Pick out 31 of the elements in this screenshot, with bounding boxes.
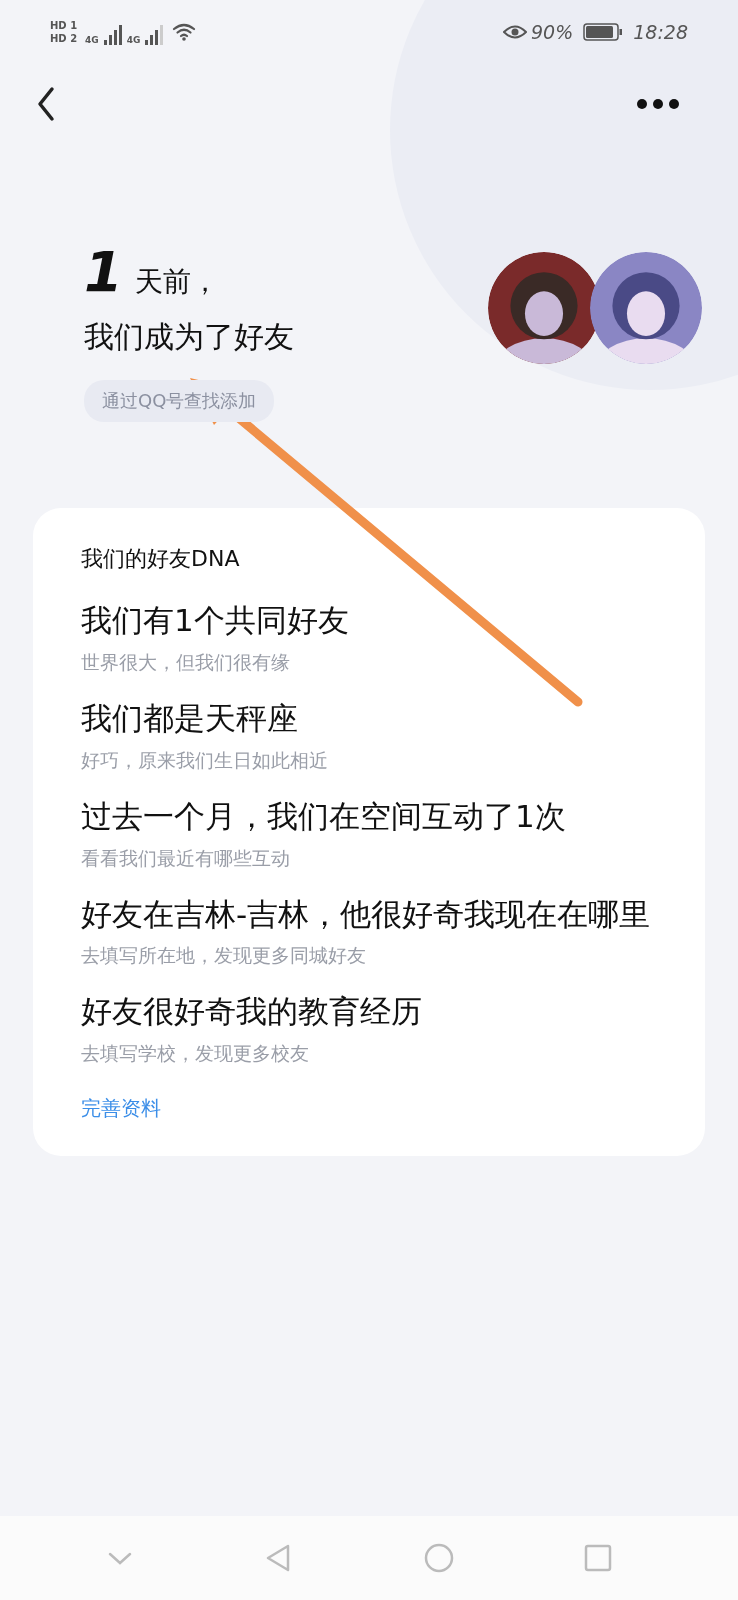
item-subtitle: 去填写所在地，发现更多同城好友 <box>81 943 367 969</box>
item-subtitle: 看看我们最近有哪些互动 <box>81 845 291 871</box>
item-title: 我们有1个共同好友 <box>81 601 349 640</box>
more-icon[interactable] <box>636 98 680 110</box>
complete-profile-link[interactable]: 完善资料 <box>81 1095 161 1123</box>
item-title: 好友在吉林-吉林，他很好奇我现在在哪里 <box>81 894 651 934</box>
network-label: 4G <box>85 35 99 45</box>
network-label: 4G <box>126 35 141 45</box>
signal-icon <box>144 25 165 45</box>
item-subtitle: 世界很大，但我们很有缘 <box>81 649 291 675</box>
source-tag: 通过QQ号查找添加 <box>84 380 275 422</box>
friendship-title: 我们成为了好友 <box>84 318 294 356</box>
item-title: 过去一个月，我们在空间互动了1次 <box>81 796 566 836</box>
home-circle-icon[interactable] <box>423 1543 454 1573</box>
recent-apps-icon[interactable] <box>583 1543 614 1573</box>
signal-icon <box>102 25 123 45</box>
sim-label: HD 1 <box>50 20 78 31</box>
wifi-icon <box>172 22 197 42</box>
item-title: 我们都是天秤座 <box>81 698 299 738</box>
item-subtitle: 去填写学校，发现更多校友 <box>81 1041 310 1067</box>
item-title: 好友很好奇我的教育经历 <box>81 992 422 1032</box>
day-count: 1 <box>84 244 123 300</box>
days-ago-label: 天前， <box>134 264 219 300</box>
battery-icon <box>583 22 624 42</box>
back-icon[interactable] <box>36 86 56 122</box>
eye-icon <box>503 24 527 40</box>
clock: 18:28 <box>633 21 688 43</box>
battery-percentage: 90% <box>531 21 574 43</box>
card-title: 我们的好友DNA <box>81 545 240 573</box>
sim-label: HD 2 <box>50 33 78 44</box>
item-subtitle: 好巧，原来我们生日如此相近 <box>81 747 328 773</box>
